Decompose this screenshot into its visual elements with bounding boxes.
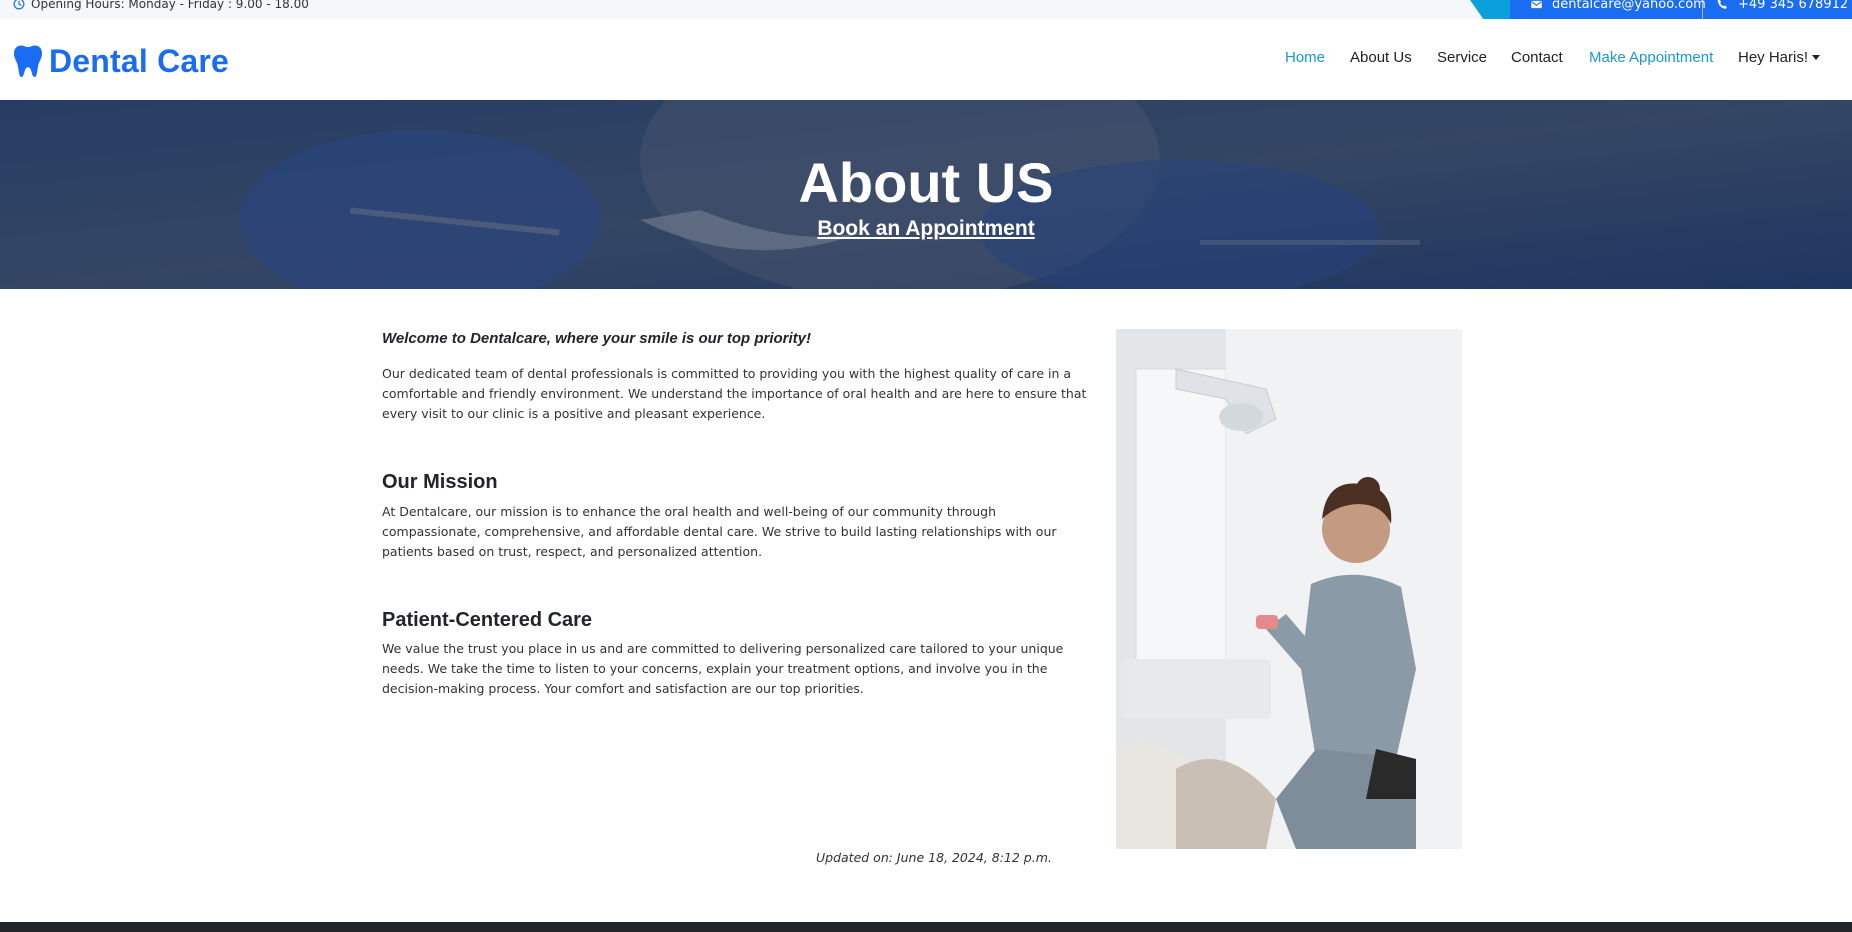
phone-icon — [1717, 0, 1727, 9]
caret-down-icon — [1812, 54, 1821, 60]
patient-care-heading: Patient-Centered Care — [382, 609, 593, 631]
phone-text: +49 345 678912 — [1738, 0, 1849, 12]
topbar-divider — [1702, 0, 1703, 19]
mission-paragraph: At Dentalcare, our mission is to enhance… — [382, 504, 1057, 559]
nav-home[interactable]: Home — [1285, 49, 1325, 66]
top-info-bar: Opening Hours: Monday - Friday : 9.00 - … — [0, 0, 1852, 19]
nav-service[interactable]: Service — [1437, 49, 1487, 66]
opening-hours-text: Opening Hours: Monday - Friday : 9.00 - … — [31, 0, 309, 11]
footer — [0, 922, 1852, 932]
envelope-icon — [1531, 0, 1542, 9]
nav-contact[interactable]: Contact — [1511, 49, 1563, 66]
patient-care-paragraph: We value the trust you place in us and a… — [382, 641, 1064, 696]
clock-icon — [13, 0, 25, 10]
opening-hours: Opening Hours: Monday - Friday : 9.00 - … — [13, 0, 309, 11]
nav-about-us[interactable]: About Us — [1350, 49, 1412, 66]
about-intro: Welcome to Dentalcare, where your smile … — [382, 330, 1094, 424]
email-link[interactable]: dentalcare@yahoo.com — [1530, 0, 1706, 12]
phone-link[interactable]: +49 345 678912 — [1716, 0, 1848, 12]
hero-title: About US — [798, 151, 1054, 214]
book-appointment-link[interactable]: Book an Appointment — [817, 217, 1034, 240]
intro-paragraph: Our dedicated team of dental professiona… — [382, 366, 1087, 421]
dentist-photo — [1116, 329, 1462, 849]
hero-cta-wrapper: Book an Appointment — [0, 217, 1852, 241]
updated-timestamp: Updated on: June 18, 2024, 8:12 p.m. — [816, 850, 1052, 865]
nav-menu: Home About Us Service Contact Make Appoi… — [0, 49, 1852, 69]
user-greeting: Hey Haris! — [1738, 49, 1809, 66]
welcome-heading: Welcome to Dentalcare, where your smile … — [382, 330, 811, 347]
main-navbar: Dental Care Home About Us Service Contac… — [0, 19, 1852, 100]
mission-heading: Our Mission — [382, 471, 498, 493]
user-menu-dropdown[interactable]: Hey Haris! — [1738, 49, 1821, 66]
email-text: dentalcare@yahoo.com — [1552, 0, 1706, 12]
nav-make-appointment[interactable]: Make Appointment — [1589, 49, 1713, 66]
dentist-illustration — [1116, 329, 1462, 849]
hero-banner: About US Book an Appointment — [0, 100, 1852, 289]
